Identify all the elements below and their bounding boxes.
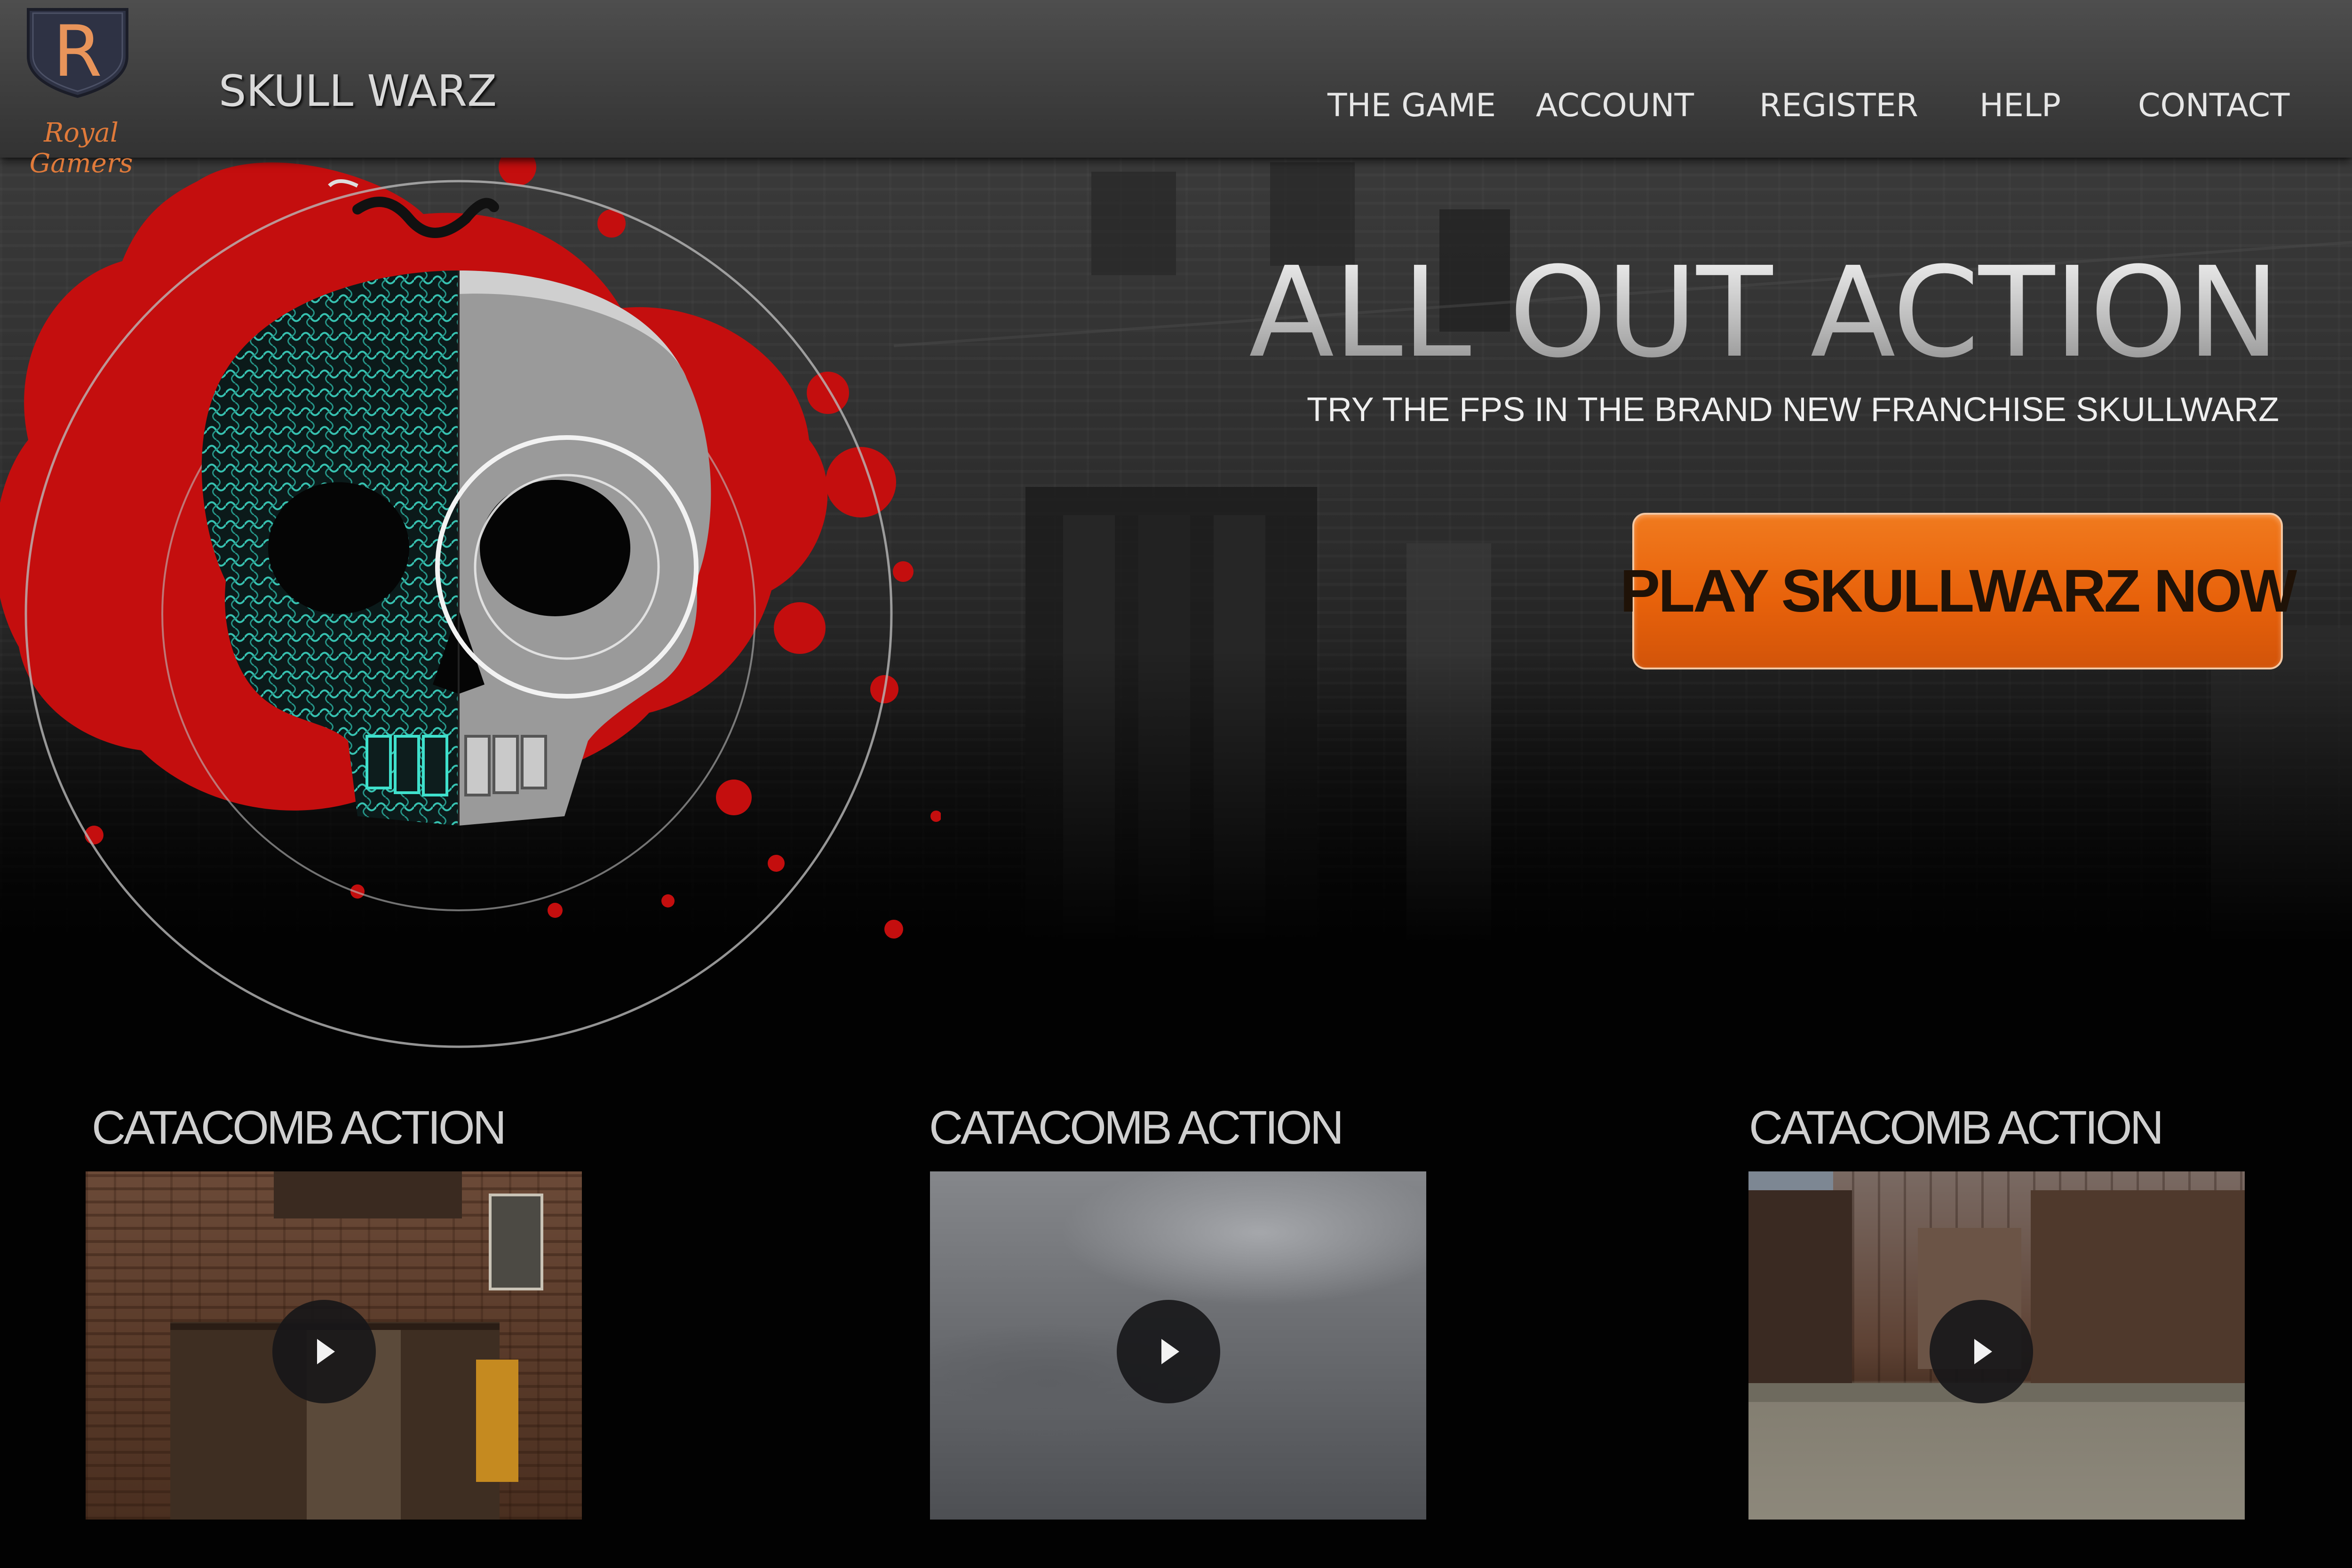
video-3-play-button[interactable] <box>1930 1300 2033 1403</box>
play-now-button[interactable]: PLAY SKULLWARZ NOW <box>1620 513 2297 669</box>
video-1-thumbnail[interactable] <box>86 1171 582 1520</box>
hero-subtitle: TRY THE FPS IN THE BRAND NEW FRANCHISE S… <box>1307 391 2279 429</box>
top-navigation-bar: R Royal Gamers SKULL WARZ THE GAME ACCOU… <box>0 0 2352 179</box>
video-2-play-button[interactable] <box>1117 1300 1220 1403</box>
hero-banner: ALL OUT ACTION TRY THE FPS IN THE BRAND … <box>0 158 2352 1051</box>
video-2-thumbnail[interactable] <box>930 1171 1426 1520</box>
play-now-label: PLAY SKULLWARZ NOW <box>1620 557 2297 625</box>
page: R Royal Gamers SKULL WARZ THE GAME ACCOU… <box>0 0 2352 1568</box>
video-3-title: CATACOMB ACTION <box>1749 1101 2164 1154</box>
logo-text: Royal Gamers <box>29 118 133 179</box>
video-1-play-button[interactable] <box>272 1300 376 1403</box>
nav-item-account[interactable]: ACCOUNT <box>1536 87 1694 124</box>
play-icon <box>1161 1339 1179 1364</box>
site-title[interactable]: SKULL WARZ <box>219 66 497 116</box>
nav-item-help[interactable]: HELP <box>1979 87 2061 124</box>
nav-item-contact[interactable]: CONTACT <box>2138 87 2289 124</box>
play-icon <box>1974 1339 1992 1364</box>
video-3-thumbnail[interactable] <box>1748 1171 2245 1520</box>
royal-gamers-logo[interactable]: R Royal Gamers <box>0 0 162 179</box>
nav-item-the-game[interactable]: THE GAME <box>1327 87 1496 124</box>
logo-letter: R <box>53 11 103 93</box>
nav-item-register[interactable]: REGISTER <box>1759 87 1918 124</box>
hero-title: ALL OUT ACTION <box>1249 240 2280 385</box>
video-1-title: CATACOMB ACTION <box>92 1101 507 1154</box>
video-2-title: CATACOMB ACTION <box>929 1101 1344 1154</box>
play-icon <box>317 1339 335 1364</box>
skull-illustration <box>0 158 941 1048</box>
